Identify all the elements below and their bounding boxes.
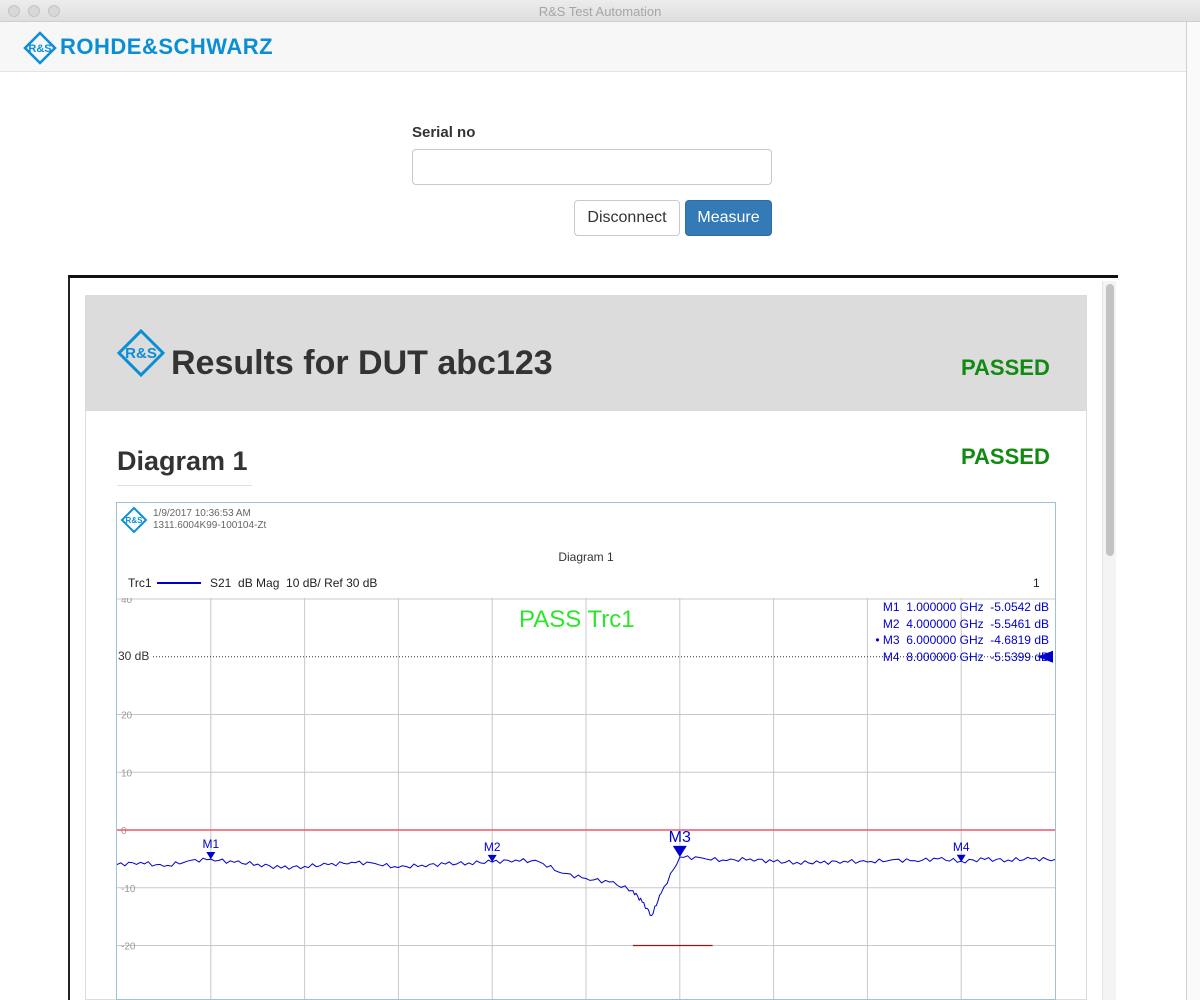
ref-level-label: 30 dB xyxy=(118,649,149,663)
title-bar: R&S Test Automation xyxy=(0,0,1200,22)
pass-label: PASS Trc1 xyxy=(519,606,635,633)
trace-legend-line xyxy=(157,582,201,584)
marker-row-m2: M2 4.000000 GHz -5.5461 dB xyxy=(882,616,1049,631)
marker-m3-label: M3 xyxy=(669,829,691,846)
chart-title: Diagram 1 xyxy=(558,550,614,564)
y-tick-label: -10 xyxy=(121,884,136,895)
report-logo-mark-text: R&S xyxy=(125,345,157,362)
window-title: R&S Test Automation xyxy=(538,4,662,19)
marker-m2-label: M2 xyxy=(484,840,501,854)
rohde-schwarz-logo-icon: R&S xyxy=(23,31,57,65)
diagram-chart: R&S 1/9/2017 10:36:53 AM 1311.6004K99-10… xyxy=(116,502,1056,1000)
disconnect-button[interactable]: Disconnect xyxy=(574,200,680,236)
overall-status-badge: PASSED xyxy=(961,355,1050,380)
marker-m4-label: M4 xyxy=(953,840,970,854)
marker-m4-icon[interactable] xyxy=(956,854,966,862)
marker-row-m4: M4 8.000000 GHz -5.5399 dB xyxy=(882,649,1049,664)
marker-m3-icon[interactable] xyxy=(672,845,687,858)
chart-logo-mark-text: R&S xyxy=(126,516,144,525)
marker-row-m1: M1 1.000000 GHz -5.0542 dB xyxy=(882,600,1049,614)
serial-no-label: Serial no xyxy=(412,124,476,141)
measure-button[interactable]: Measure xyxy=(685,200,772,236)
diagram-heading: Diagram 1 xyxy=(117,446,248,476)
y-tick-label: 40 xyxy=(121,598,133,606)
y-tick-label: 0 xyxy=(121,826,127,837)
chart-instrument-id: 1311.6004K99-100104-Zt xyxy=(153,520,267,531)
logo-mark-text: R&S xyxy=(28,43,51,55)
app-window: R&S Test Automation R&S ROHDE&SCHWARZ Se… xyxy=(0,0,1200,1000)
trace-settings: S21 dB Mag 10 dB/ Ref 30 dB xyxy=(210,576,378,590)
chart-timestamp: 1/9/2017 10:36:53 AM xyxy=(153,508,251,519)
marker-row-m3: • M3 6.000000 GHz -4.6819 dB xyxy=(875,633,1049,647)
y-tick-label: -20 xyxy=(121,942,136,953)
diagram-status-badge: PASSED xyxy=(961,444,1050,469)
marker-table: M1 1.000000 GHz -5.0542 dB M2 4.000000 GH… xyxy=(817,600,1049,666)
marker-m1-label: M1 xyxy=(202,837,219,851)
window-right-edge xyxy=(1186,22,1200,1000)
trace-index: 1 xyxy=(1033,576,1040,590)
report-scrollbar[interactable] xyxy=(1102,281,1116,1000)
report-logo-icon: R&S xyxy=(116,328,166,378)
report-title: Results for DUT abc123 xyxy=(171,344,553,382)
diagram-heading-divider xyxy=(117,485,252,486)
app-header: R&S ROHDE&SCHWARZ xyxy=(0,22,1200,72)
y-tick-label: 20 xyxy=(121,711,133,722)
report-scroll-thumb[interactable] xyxy=(1106,284,1114,556)
serial-no-input[interactable] xyxy=(412,149,772,185)
y-tick-label: 10 xyxy=(121,768,133,779)
report-header: R&S Results for DUT abc123 PASSED xyxy=(86,296,1086,411)
trace-name: Trc1 xyxy=(128,576,152,590)
marker-m1-icon[interactable] xyxy=(206,851,216,860)
chart-logo-icon: R&S xyxy=(120,506,148,534)
brand-name: ROHDE&SCHWARZ xyxy=(60,34,274,59)
